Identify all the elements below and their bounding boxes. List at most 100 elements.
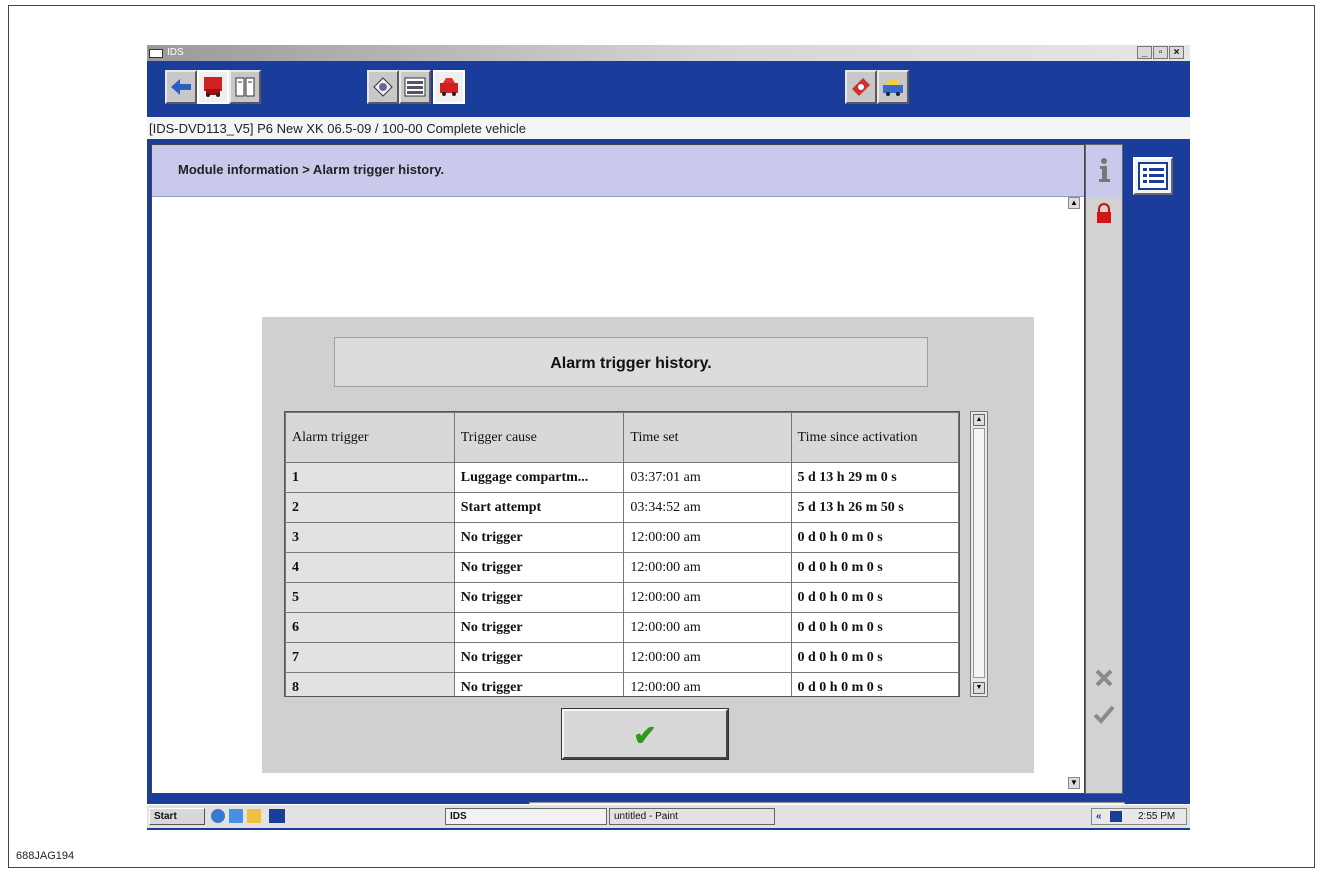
- close-button[interactable]: ×: [1169, 46, 1184, 59]
- maximize-button[interactable]: ▫: [1153, 46, 1168, 59]
- table-cell: 0 d 0 h 0 m 0 s: [790, 522, 959, 553]
- desktop-icon[interactable]: [269, 809, 285, 823]
- back-arrow-icon: [171, 79, 191, 95]
- table-row[interactable]: 1 Luggage compartm... 03:37:01 am 5 d 13 h …: [285, 462, 959, 493]
- table-cell: 0 d 0 h 0 m 0 s: [790, 642, 959, 673]
- diagnostic-tag-icon: [373, 77, 393, 97]
- table-scroll-up[interactable]: ▲: [973, 414, 985, 426]
- vehicle-tools-button[interactable]: [433, 70, 465, 104]
- module-list-button[interactable]: [399, 70, 431, 104]
- start-button-label: Start: [154, 811, 177, 822]
- table-row[interactable]: 2 Start attempt 03:34:52 am 5 d 13 h 26 m 5…: [285, 492, 959, 523]
- panel-scroll-up[interactable]: ▲: [1068, 197, 1080, 209]
- lock-icon[interactable]: [1086, 203, 1122, 230]
- documents-button[interactable]: [229, 70, 261, 104]
- panel-scroll-down[interactable]: ▼: [1068, 777, 1080, 789]
- toolbox-button[interactable]: [845, 70, 877, 104]
- title-bar: IDS _ ▫ ×: [147, 45, 1190, 61]
- document-icon: [235, 77, 255, 97]
- table-cell: Start attempt: [453, 492, 625, 523]
- content-panel: Module information > Alarm trigger histo…: [151, 144, 1085, 794]
- table-row[interactable]: 8 No trigger 12:00:00 am 0 d 0 h 0 m 0 s: [285, 672, 959, 696]
- table-cell: 0 d 0 h 0 m 0 s: [790, 582, 959, 613]
- diagnostic-tag-button[interactable]: [367, 70, 399, 104]
- table-cell: No trigger: [453, 642, 625, 673]
- info-icon[interactable]: [1086, 157, 1122, 188]
- table-header-row: Alarm trigger Trigger cause Time set Tim…: [285, 412, 959, 463]
- start-button[interactable]: Start: [149, 808, 205, 825]
- alarm-dialog: Alarm trigger history. Alarm trigger Tri…: [262, 317, 1034, 773]
- table-cell: 7: [285, 642, 455, 673]
- confirm-check-icon[interactable]: [1086, 703, 1122, 730]
- list-view-button[interactable]: [1133, 157, 1173, 195]
- table-cell: 03:34:52 am: [623, 492, 792, 523]
- table-row[interactable]: 3 No trigger 12:00:00 am 0 d 0 h 0 m 0 s: [285, 522, 959, 553]
- vehicle-info-icon: [204, 77, 222, 97]
- taskbar-ids-button[interactable]: IDS: [445, 808, 607, 825]
- taskbar-paint-button[interactable]: untitled - Paint: [609, 808, 775, 825]
- table-row[interactable]: 5 No trigger 12:00:00 am 0 d 0 h 0 m 0 s: [285, 582, 959, 613]
- column-header: Trigger cause: [453, 412, 625, 463]
- table-cell: 12:00:00 am: [623, 552, 792, 583]
- column-header: Alarm trigger: [285, 412, 455, 463]
- table-cell: 12:00:00 am: [623, 582, 792, 613]
- windows-taskbar: Start IDS untitled - Paint « 2:55 PM: [147, 804, 1190, 828]
- breadcrumb: Module information > Alarm trigger histo…: [152, 145, 1084, 197]
- dialog-title: Alarm trigger history.: [550, 355, 712, 372]
- ok-button[interactable]: ✔: [561, 708, 729, 760]
- folder-icon[interactable]: [247, 809, 261, 823]
- task-ids-label: IDS: [450, 811, 467, 822]
- vehicle-tools-icon: [440, 78, 458, 96]
- module-list-icon: [404, 77, 426, 97]
- table-row[interactable]: 4 No trigger 12:00:00 am 0 d 0 h 0 m 0 s: [285, 552, 959, 583]
- vehicle-info-button[interactable]: [197, 70, 229, 104]
- table-scroll-down[interactable]: ▼: [973, 682, 985, 694]
- ids-window: IDS _ ▫ × [IDS-DVD113_V5] P6 New XK 06.5…: [147, 45, 1190, 830]
- table-cell: 12:00:00 am: [623, 612, 792, 643]
- window-title: IDS: [167, 47, 184, 58]
- vehicle-config-button[interactable]: [877, 70, 909, 104]
- cancel-x-icon[interactable]: [1086, 667, 1122, 694]
- table-cell: 3: [285, 522, 455, 553]
- browser-icon[interactable]: [211, 809, 225, 823]
- alarm-history-table: Alarm trigger Trigger cause Time set Tim…: [285, 412, 959, 696]
- table-cell: No trigger: [453, 582, 625, 613]
- session-info-bar: [IDS-DVD113_V5] P6 New XK 06.5-09 / 100-…: [147, 117, 1190, 139]
- session-info-text: [IDS-DVD113_V5] P6 New XK 06.5-09 / 100-…: [149, 121, 526, 136]
- table-cell: 12:00:00 am: [623, 522, 792, 553]
- outlook-icon[interactable]: [229, 809, 243, 823]
- minimize-button[interactable]: _: [1137, 46, 1152, 59]
- table-scroll-track[interactable]: [973, 428, 985, 678]
- table-cell: 03:37:01 am: [623, 462, 792, 493]
- alarm-table-container: Alarm trigger Trigger cause Time set Tim…: [284, 411, 960, 697]
- table-cell: No trigger: [453, 552, 625, 583]
- table-cell: No trigger: [453, 672, 625, 696]
- table-cell: 2: [285, 492, 455, 523]
- table-cell: 8: [285, 672, 455, 696]
- tray-expand-icon[interactable]: «: [1096, 809, 1102, 824]
- toolbox-icon: [852, 78, 870, 96]
- table-cell: No trigger: [453, 522, 625, 553]
- column-header: Time set: [623, 412, 792, 463]
- table-cell: 12:00:00 am: [623, 642, 792, 673]
- language-icon[interactable]: [1110, 811, 1122, 822]
- main-toolbar: [147, 61, 1190, 117]
- table-cell: 0 d 0 h 0 m 0 s: [790, 612, 959, 643]
- column-header: Time since activation: [790, 412, 959, 463]
- table-cell: 0 d 0 h 0 m 0 s: [790, 672, 959, 696]
- table-cell: No trigger: [453, 612, 625, 643]
- table-cell: 5 d 13 h 26 m 50 s: [790, 492, 959, 523]
- task-paint-label: untitled - Paint: [614, 811, 678, 822]
- table-row[interactable]: 6 No trigger 12:00:00 am 0 d 0 h 0 m 0 s: [285, 612, 959, 643]
- table-cell: 6: [285, 612, 455, 643]
- table-cell: 12:00:00 am: [623, 672, 792, 696]
- table-cell: 5 d 13 h 29 m 0 s: [790, 462, 959, 493]
- window-app-icon: [149, 49, 163, 58]
- table-scrollbar[interactable]: ▲ ▼: [970, 411, 988, 697]
- table-cell: 0 d 0 h 0 m 0 s: [790, 552, 959, 583]
- check-icon: ✔: [633, 720, 657, 751]
- vehicle-config-icon: [883, 80, 903, 96]
- back-button[interactable]: [165, 70, 197, 104]
- table-row[interactable]: 7 No trigger 12:00:00 am 0 d 0 h 0 m 0 s: [285, 642, 959, 673]
- table-cell: 1: [285, 462, 455, 493]
